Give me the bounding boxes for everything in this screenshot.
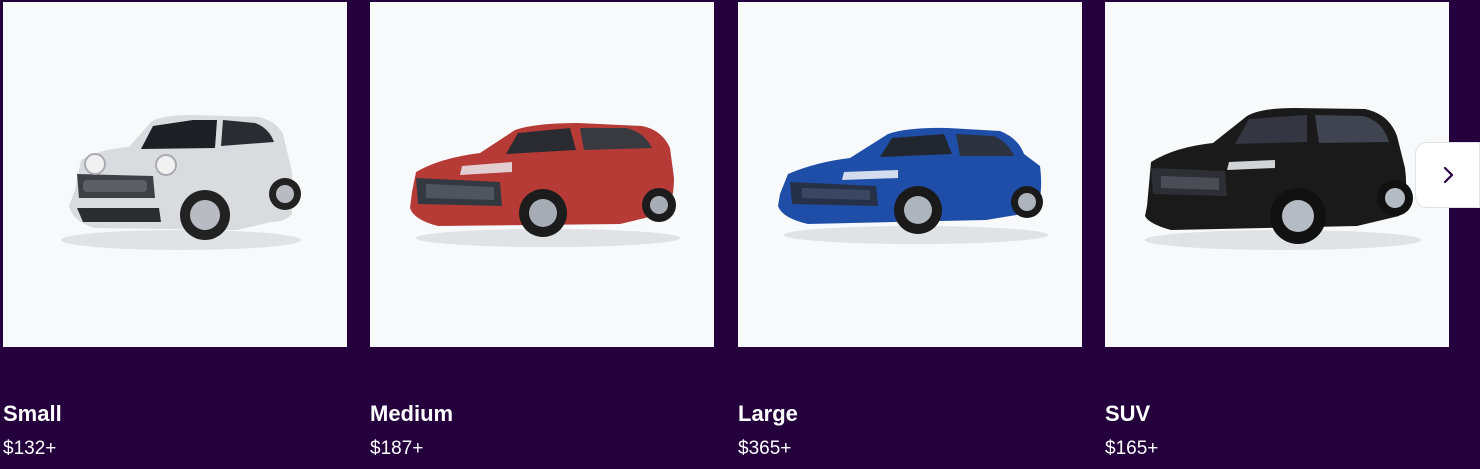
car-category-price: $365+ [738, 438, 792, 459]
carousel-next-button[interactable] [1415, 142, 1480, 208]
car-category-title: Large [738, 401, 798, 426]
large-car-icon [778, 127, 1048, 244]
car-image[interactable] [738, 2, 1082, 347]
suv-icon [1145, 108, 1421, 250]
car-image[interactable] [1105, 2, 1449, 347]
car-category-title: SUV [1105, 401, 1151, 426]
car-category-title: Medium [370, 401, 454, 426]
car-category-price: $187+ [370, 438, 424, 459]
car-image[interactable] [3, 2, 347, 347]
car-card-large[interactable]: Large $365+ [738, 0, 1082, 469]
chevron-right-icon [1443, 166, 1453, 184]
car-card-medium[interactable]: Medium $187+ [370, 0, 714, 469]
medium-car-icon [410, 123, 680, 247]
car-category-price: $132+ [3, 438, 57, 459]
car-category-price: $165+ [1105, 438, 1159, 459]
car-card-suv[interactable]: SUV $165+ [1105, 0, 1449, 469]
car-category-title: Small [3, 401, 62, 426]
car-image[interactable] [370, 2, 714, 347]
car-card-small[interactable]: Small $132+ [3, 0, 347, 469]
car-category-carousel: Small $132+ Medium $187+ Large $365+ SUV… [0, 0, 1480, 469]
small-car-icon [61, 115, 301, 250]
